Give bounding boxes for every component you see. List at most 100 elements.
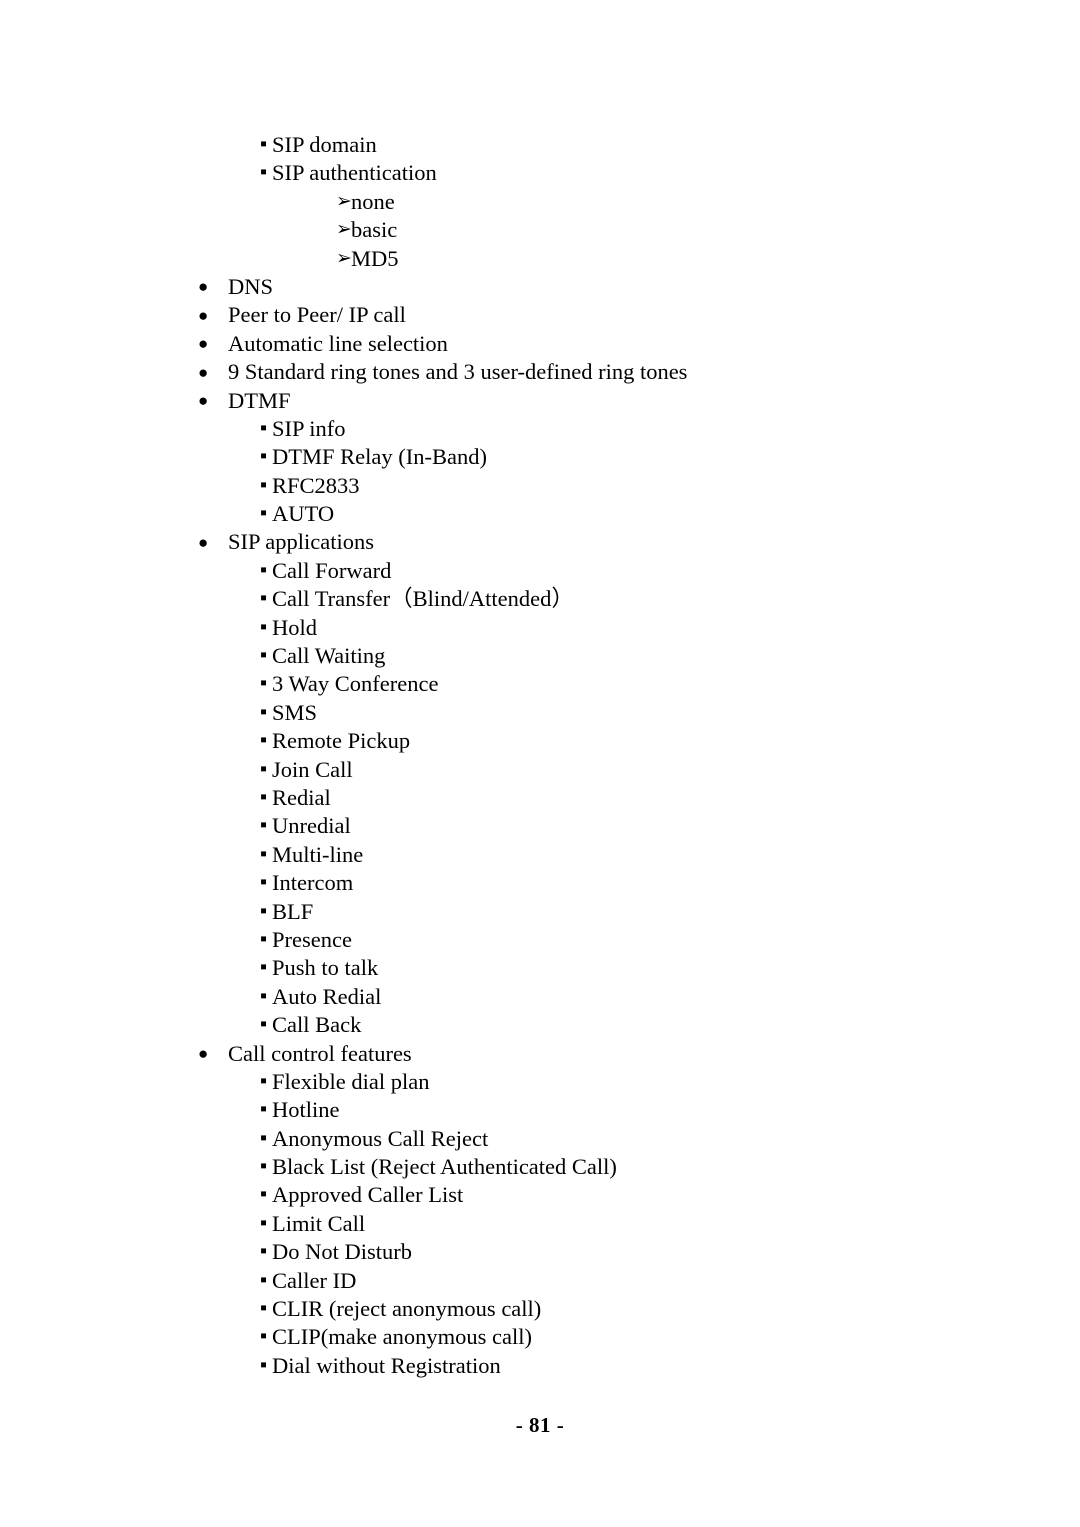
list-item: ▪ Hold (0, 614, 1080, 642)
list-item: ▪ SIP info (0, 415, 1080, 443)
bullet-level2-icon: ▪ (260, 1155, 268, 1178)
list-item-label: Call control features (228, 1040, 412, 1066)
bullet-level2-icon: ▪ (260, 1098, 268, 1121)
bullet-level2-icon: ▪ (260, 1268, 268, 1291)
list-item: ▪ DTMF Relay (In-Band) (0, 443, 1080, 471)
bullet-level1-icon: ● (198, 1044, 209, 1063)
list-item-label: SIP applications (228, 529, 375, 555)
list-item: ● Peer to Peer/ IP call (0, 301, 1080, 329)
bullet-level1-icon: ● (198, 305, 209, 325)
bullet-level2-icon: ▪ (260, 1183, 268, 1206)
list-item-label: Automatic line selection (228, 330, 448, 356)
list-item: ▪ Call Back (0, 1011, 1080, 1039)
list-item: ▪ Flexible dial plan (0, 1068, 1080, 1096)
list-item-label: Intercom (272, 870, 354, 896)
list-item: ▪ Call Forward (0, 557, 1080, 585)
list-item-label: Call Forward (272, 557, 392, 583)
list-item-label: CLIR (reject anonymous call) (272, 1296, 542, 1322)
list-item-label: Flexible dial plan (272, 1068, 430, 1094)
list-item-label: SMS (272, 699, 318, 725)
list-item-label: Push to talk (272, 955, 379, 981)
bullet-level2-icon: ▪ (260, 1126, 268, 1149)
list-item: ▪ Do Not Disturb (0, 1238, 1080, 1266)
list-item: ● SIP applications (0, 528, 1080, 556)
bullet-level2-icon: ▪ (260, 672, 268, 695)
bullet-level2-icon: ▪ (260, 842, 268, 865)
list-item: ● Call control features (0, 1040, 1080, 1068)
bullet-level2-icon: ▪ (260, 615, 268, 638)
list-item-label: CLIP(make anonymous call) (272, 1324, 532, 1350)
bullet-level3-icon: ➢ (336, 247, 352, 269)
bullet-level1-icon: ● (198, 362, 209, 382)
bullet-level1-icon: ● (198, 391, 209, 411)
bullet-level2-icon: ▪ (260, 1353, 268, 1376)
bullet-level2-icon: ▪ (260, 1013, 268, 1036)
bullet-level2-icon: ▪ (260, 1211, 268, 1234)
list-item-label: AUTO (272, 501, 335, 527)
list-item-label: DTMF Relay (In-Band) (272, 444, 487, 470)
list-item: ▪ Auto Redial (0, 983, 1080, 1011)
bullet-level2-icon: ▪ (260, 1069, 268, 1092)
list-item: ▪ Caller ID (0, 1267, 1080, 1295)
list-item-label: SIP info (272, 415, 346, 441)
list-item-label: none (351, 188, 395, 214)
list-item: ▪ Anonymous Call Reject (0, 1125, 1080, 1153)
list-item-label: basic (351, 217, 398, 243)
list-item-label: Black List (Reject Authenticated Call) (272, 1154, 617, 1180)
list-item-label: Peer to Peer/ IP call (228, 302, 406, 328)
bullet-level1-icon: ● (198, 532, 209, 552)
list-item: ▪ Remote Pickup (0, 727, 1080, 755)
list-item: ➢ none (0, 188, 1080, 216)
bullet-level1-icon: ● (198, 334, 209, 354)
bullet-level2-icon: ▪ (260, 899, 268, 922)
list-item: ➢ basic (0, 216, 1080, 244)
feature-list-content: ▪ SIP domain ▪ SIP authentication ➢ none ➢ basi… (0, 131, 1080, 1380)
list-item-label: Redial (272, 784, 331, 810)
list-item-label: Limit Call (272, 1210, 366, 1236)
list-item: ▪ Intercom (0, 869, 1080, 897)
bullet-level2-icon: ▪ (260, 473, 268, 496)
list-item-label: Call Waiting (272, 643, 386, 669)
list-item: ● DNS (0, 273, 1080, 301)
list-item-label: Join Call (272, 756, 353, 782)
bullet-level2-icon: ▪ (260, 558, 268, 581)
list-item-label: 3 Way Conference (272, 671, 439, 697)
list-item-label: Call Transfer（Blind/Attended） (272, 586, 574, 612)
list-item-label: Approved Caller List (272, 1182, 464, 1208)
bullet-level2-icon: ▪ (260, 644, 268, 667)
list-item-label: Anonymous Call Reject (272, 1125, 489, 1151)
bullet-level2-icon: ▪ (260, 700, 268, 723)
list-item-label: SIP domain (272, 132, 377, 157)
list-item-label: Dial without Registration (272, 1352, 501, 1378)
list-item-label: BLF (272, 898, 314, 924)
list-item: ● Automatic line selection (0, 330, 1080, 358)
list-item: ▪ Unredial (0, 812, 1080, 840)
list-item-label: Auto Redial (272, 983, 382, 1009)
list-item: ▪ BLF (0, 898, 1080, 926)
list-item: ▪ Join Call (0, 756, 1080, 784)
list-item-label: Do Not Disturb (272, 1239, 412, 1265)
list-item-label: SIP authentication (272, 160, 437, 186)
bullet-level2-icon: ▪ (260, 161, 268, 184)
document-page: ▪ SIP domain ▪ SIP authentication ➢ none ➢ basi… (0, 0, 1080, 1527)
list-item-label: RFC2833 (272, 472, 360, 498)
list-item: ▪ SIP authentication (0, 159, 1080, 187)
list-item: ▪ Redial (0, 784, 1080, 812)
bullet-level2-icon: ▪ (260, 416, 268, 439)
list-item-label: MD5 (351, 245, 399, 271)
bullet-level2-icon: ▪ (260, 587, 268, 610)
list-item: ● 9 Standard ring tones and 3 user-define… (0, 358, 1080, 386)
list-item: ▪ SMS (0, 699, 1080, 727)
list-item-label: Presence (272, 926, 352, 952)
list-item-label: Caller ID (272, 1267, 357, 1293)
list-item: ▪ CLIP(make anonymous call) (0, 1323, 1080, 1351)
list-item: ▪ CLIR (reject anonymous call) (0, 1295, 1080, 1323)
bullet-level2-icon: ▪ (260, 502, 268, 525)
list-item: ▪ Push to talk (0, 954, 1080, 982)
bullet-level3-icon: ➢ (336, 219, 352, 241)
list-item-label: DTMF (228, 387, 291, 413)
bullet-level2-icon: ▪ (260, 927, 268, 950)
bullet-level2-icon: ▪ (260, 1297, 268, 1320)
bullet-level2-icon: ▪ (260, 757, 268, 780)
list-item: ▪ Approved Caller List (0, 1181, 1080, 1209)
